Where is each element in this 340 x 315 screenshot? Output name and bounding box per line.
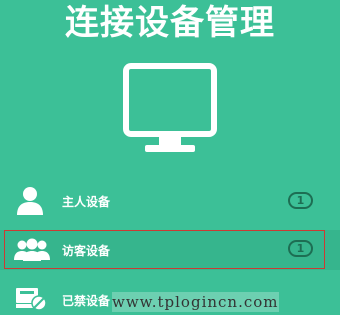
device-row-host[interactable]: 主人设备 1	[0, 182, 340, 222]
device-row-label: 主人设备	[62, 195, 111, 209]
highlight-frame	[4, 230, 325, 269]
users-icon	[14, 238, 50, 261]
device-row-label: 访客设备	[62, 244, 111, 258]
device-row-label: 已禁设备	[62, 294, 111, 308]
monitor-icon	[123, 63, 217, 152]
blocked-device-icon	[16, 288, 47, 311]
device-count-badge: 1	[288, 192, 313, 209]
device-count-badge: 1	[288, 240, 313, 257]
user-icon	[17, 187, 43, 215]
page-title: 连接设备管理	[65, 3, 275, 43]
device-row-guest[interactable]: 访客设备 1	[0, 230, 340, 270]
watermark: www.tplogincn.com	[112, 292, 279, 312]
